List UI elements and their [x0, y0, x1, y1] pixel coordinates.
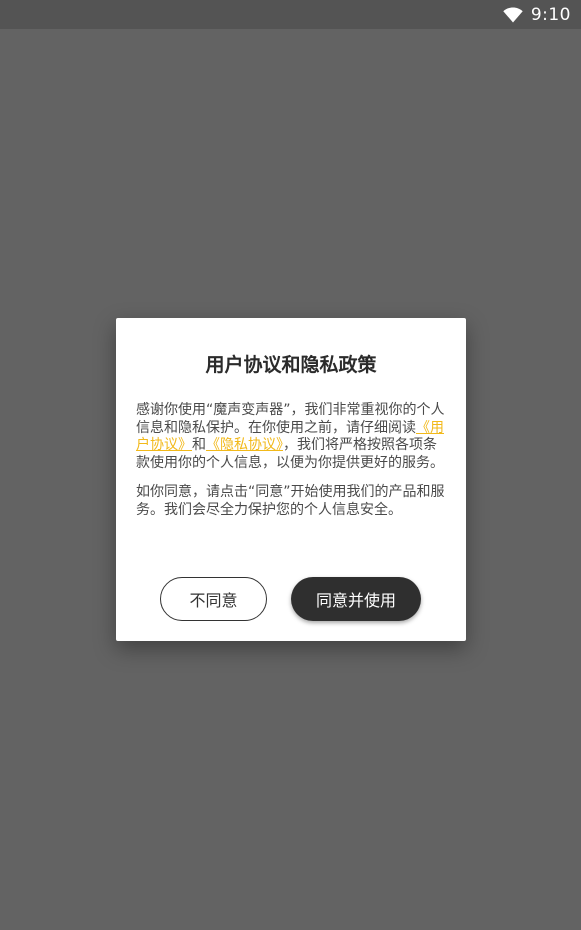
status-bar: 9:10	[0, 0, 581, 29]
dialog-body: 感谢你使用“魔声变声器”，我们非常重视你的个人信息和隐私保护。在你使用之前，请仔…	[136, 402, 448, 531]
dialog-title: 用户协议和隐私政策	[205, 354, 377, 376]
wifi-icon	[503, 7, 523, 23]
agreement-paragraph: 感谢你使用“魔声变声器”，我们非常重视你的个人信息和隐私保护。在你使用之前，请仔…	[136, 402, 448, 472]
agreement-text-start: 感谢你使用“魔声变声器”，我们非常重视你的个人信息和隐私保护。在你使用之前，请仔…	[136, 402, 445, 436]
privacy-agreement-link[interactable]: 《隐私协议》	[206, 437, 283, 453]
consent-paragraph: 如你同意，请点击“同意”开始使用我们的产品和服务。我们会尽全力保护您的个人信息安…	[136, 484, 445, 518]
agree-and-use-button[interactable]: 同意并使用	[291, 577, 421, 621]
status-indicators: 9:10	[503, 0, 571, 29]
status-time: 9:10	[530, 4, 571, 25]
agreement-text-and: 和	[192, 437, 206, 453]
disagree-button[interactable]: 不同意	[160, 577, 267, 621]
privacy-dialog: 用户协议和隐私政策 感谢你使用“魔声变声器”，我们非常重视你的个人信息和隐私保护…	[116, 318, 466, 641]
